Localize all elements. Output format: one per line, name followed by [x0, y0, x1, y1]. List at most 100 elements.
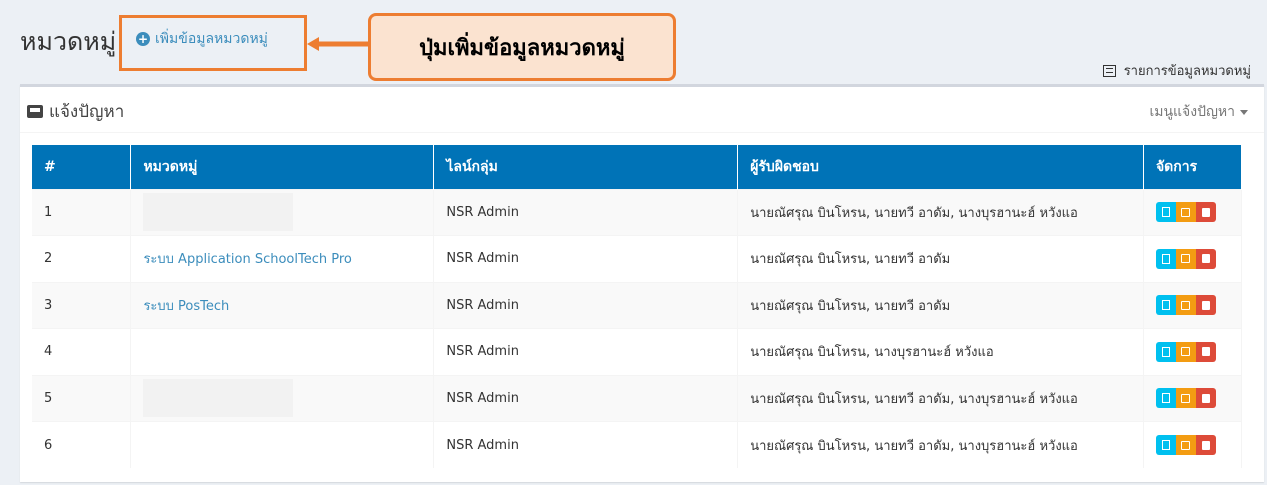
delete-button[interactable] [1195, 248, 1216, 269]
category-list-link[interactable]: รายการข้อมูลหมวดหมู่ [1102, 60, 1251, 81]
trash-icon [1201, 347, 1210, 357]
responsible-cell: นายณัศรุณ บินโหรน, นายทวี อาดัม, นางบุรฮ… [737, 188, 1144, 236]
action-buttons [1155, 388, 1229, 409]
line-group-cell: NSR Admin [433, 188, 739, 236]
file-icon [1161, 207, 1170, 218]
row-number: 6 [32, 421, 132, 468]
trash-icon [1201, 207, 1210, 217]
report-menu-label: เมนูแจ้งปัญหา [1149, 104, 1235, 120]
edit-button[interactable] [1175, 435, 1196, 455]
col-responsible: ผู้รับผิดชอบ [737, 145, 1144, 189]
masked-category [143, 193, 294, 232]
delete-button[interactable] [1195, 435, 1216, 455]
table-row: 1 NSR Admin นายณัศรุณ บินโหรน, นายทวี อา… [32, 188, 1243, 236]
file-icon [1161, 440, 1170, 450]
responsible-cell: นายณัศรุณ บินโหรน, นางบุรฮานะฮ์ หวังแอ [737, 328, 1144, 375]
line-group-cell: NSR Admin [433, 281, 739, 329]
highlight-box [119, 15, 307, 71]
table-header-row: # หมวดหมู่ ไลน์กลุ่ม ผู้รับผิดชอบ จัดการ [32, 145, 1243, 189]
row-number: 1 [32, 188, 132, 236]
action-buttons [1155, 341, 1229, 362]
category-cell [130, 328, 435, 375]
edit-icon [1181, 207, 1191, 217]
actions-cell [1143, 328, 1243, 375]
page: หมวดหมู่ + เพิ่มข้อมูลหมวดหมู่ รายการข้อ… [0, 0, 1267, 485]
view-button[interactable] [1155, 248, 1176, 269]
action-buttons [1155, 295, 1229, 316]
table-row: 3 ระบบ PosTech NSR Admin นายณัศรุณ บินโห… [32, 281, 1243, 329]
edit-button[interactable] [1175, 341, 1196, 362]
edit-icon [1181, 347, 1191, 357]
callout-annotation: ปุ่มเพิ่มข้อมูลหมวดหมู่ [368, 13, 676, 81]
line-group-cell: NSR Admin [433, 374, 739, 422]
actions-cell [1143, 421, 1243, 468]
delete-button[interactable] [1195, 202, 1216, 223]
trash-icon [1201, 440, 1210, 450]
inbox-icon [27, 105, 43, 118]
actions-cell [1143, 188, 1243, 236]
callout-arrow [307, 37, 373, 51]
category-cell [130, 374, 435, 422]
action-buttons [1155, 435, 1229, 455]
box-header: แจ้งปัญหา เมนูแจ้งปัญหา [20, 87, 1264, 133]
delete-button[interactable] [1195, 341, 1216, 362]
category-cell [130, 188, 435, 236]
masked-category [143, 379, 294, 418]
edit-button[interactable] [1175, 295, 1196, 316]
row-number: 5 [32, 374, 132, 422]
action-buttons [1155, 202, 1229, 223]
category-cell[interactable]: ระบบ Application SchoolTech Pro [130, 235, 435, 282]
row-number: 4 [32, 328, 132, 375]
table-row: 4 NSR Admin นายณัศรุณ บินโหรน, นางบุรฮาน… [32, 328, 1243, 375]
category-table: # หมวดหมู่ ไลน์กลุ่ม ผู้รับผิดชอบ จัดการ… [32, 145, 1243, 468]
view-button[interactable] [1155, 388, 1176, 409]
responsible-cell: นายณัศรุณ บินโหรน, นายทวี อาดัม, นางบุรฮ… [737, 374, 1144, 422]
col-category: หมวดหมู่ [130, 145, 435, 189]
row-number: 2 [32, 235, 132, 282]
report-menu-dropdown[interactable]: เมนูแจ้งปัญหา [1149, 101, 1248, 123]
trash-icon [1201, 393, 1210, 403]
col-line-group: ไลน์กลุ่ม [433, 145, 739, 189]
edit-icon [1181, 254, 1191, 264]
edit-icon [1181, 300, 1191, 310]
line-group-cell: NSR Admin [433, 328, 739, 375]
edit-button[interactable] [1175, 388, 1196, 409]
view-button[interactable] [1155, 295, 1176, 316]
line-group-cell: NSR Admin [433, 235, 739, 282]
category-link[interactable]: ระบบ PosTech [143, 299, 229, 314]
file-icon [1161, 346, 1170, 357]
responsible-cell: นายณัศรุณ บินโหรน, นายทวี อาดัม [737, 281, 1144, 329]
table-body: 1 NSR Admin นายณัศรุณ บินโหรน, นายทวี อา… [32, 188, 1243, 468]
trash-icon [1201, 300, 1210, 310]
view-button[interactable] [1155, 341, 1176, 362]
report-box: แจ้งปัญหา เมนูแจ้งปัญหา # หมวดหมู่ ไลน์ก… [20, 84, 1264, 482]
edit-button[interactable] [1175, 248, 1196, 269]
table-row: 5 NSR Admin นายณัศรุณ บินโหรน, นายทวี อา… [32, 374, 1243, 422]
view-button[interactable] [1155, 202, 1176, 223]
responsible-cell: นายณัศรุณ บินโหรน, นายทวี อาดัม, นางบุรฮ… [737, 421, 1144, 468]
trash-icon [1201, 254, 1210, 264]
caret-down-icon [1240, 109, 1248, 115]
category-list-label: รายการข้อมูลหมวดหมู่ [1123, 64, 1251, 79]
actions-cell [1143, 374, 1243, 422]
edit-icon [1181, 393, 1191, 403]
delete-button[interactable] [1195, 295, 1216, 316]
actions-cell [1143, 235, 1243, 282]
edit-icon [1181, 440, 1191, 450]
col-number: # [32, 145, 132, 189]
table-row: 2 ระบบ Application SchoolTech Pro NSR Ad… [32, 235, 1243, 282]
table-row: 6 NSR Admin นายณัศรุณ บินโหรน, นายทวี อา… [32, 421, 1243, 468]
file-icon [1161, 253, 1170, 264]
file-icon [1161, 393, 1170, 404]
category-link[interactable]: ระบบ Application SchoolTech Pro [143, 252, 351, 267]
view-button[interactable] [1155, 435, 1176, 455]
edit-button[interactable] [1175, 202, 1196, 223]
page-title: หมวดหมู่ [20, 27, 117, 56]
delete-button[interactable] [1195, 388, 1216, 409]
category-cell [130, 421, 435, 468]
line-group-cell: NSR Admin [433, 421, 739, 468]
file-icon [1161, 300, 1170, 311]
category-cell[interactable]: ระบบ PosTech [130, 281, 435, 329]
box-title-label: แจ้งปัญหา [49, 102, 125, 122]
row-number: 3 [32, 281, 132, 329]
